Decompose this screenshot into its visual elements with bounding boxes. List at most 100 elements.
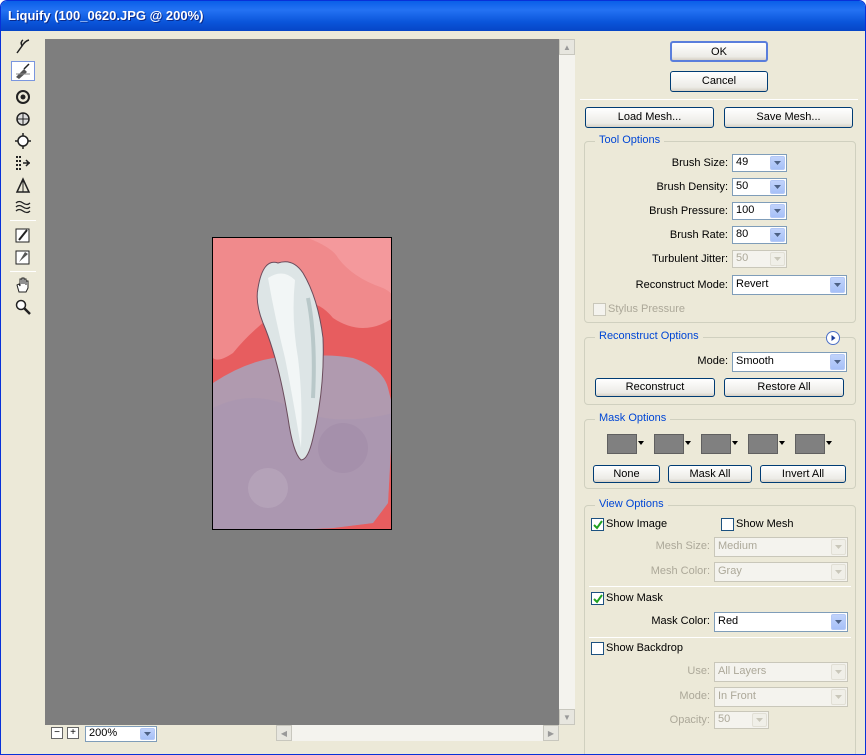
- toolbox: [6, 37, 40, 747]
- reconstruct-options-mode-select[interactable]: Smooth: [732, 352, 847, 372]
- freeze-mask-tool-icon[interactable]: [11, 225, 35, 245]
- add-to-mask-icon[interactable]: [654, 434, 694, 454]
- reconstruct-options-mode-value: Smooth: [736, 355, 774, 367]
- title-bar: Liquify (100_0620.JPG @ 200%): [1, 1, 865, 31]
- opacity-label: Opacity:: [669, 714, 710, 726]
- reconstruct-mode-label: Reconstruct Mode:: [635, 279, 728, 291]
- mask-color-value: Red: [718, 615, 739, 627]
- mesh-color-value: Gray: [718, 565, 742, 577]
- show-mesh-label: Show Mesh: [736, 518, 794, 530]
- opacity-field: 50: [714, 711, 769, 729]
- push-left-tool-icon[interactable]: [11, 153, 35, 173]
- chevron-down-icon: [831, 664, 846, 680]
- twirl-tool-icon[interactable]: [11, 87, 35, 107]
- mask-color-select[interactable]: Red: [714, 612, 848, 632]
- show-mask-checkbox[interactable]: [591, 592, 604, 605]
- zoom-in-button[interactable]: +: [67, 727, 79, 739]
- invert-all-button[interactable]: Invert All: [760, 465, 846, 483]
- forward-warp-tool-icon[interactable]: [11, 37, 35, 57]
- reconstruct-mode-select[interactable]: Revert: [732, 275, 847, 295]
- reconstruct-options-title: Reconstruct Options: [595, 330, 703, 342]
- chevron-down-icon[interactable]: [770, 228, 785, 242]
- scroll-down-icon[interactable]: ▼: [559, 709, 575, 725]
- reconstruct-mode-label-2: Mode:: [697, 355, 728, 367]
- stylus-pressure-checkbox: [593, 303, 606, 316]
- vertical-scrollbar[interactable]: ▲ ▼: [559, 39, 575, 725]
- brush-size-field[interactable]: 49: [732, 154, 787, 172]
- brush-pressure-field[interactable]: 100: [732, 202, 787, 220]
- mask-options-group: Mask Options None Mask All Invert All: [584, 412, 856, 489]
- brush-rate-value: 80: [736, 228, 749, 240]
- stylus-pressure-label: Stylus Pressure: [608, 303, 686, 315]
- play-icon[interactable]: [826, 331, 840, 345]
- use-label: Use:: [687, 665, 710, 677]
- mask-color-label: Mask Color:: [651, 615, 710, 627]
- chevron-down-icon: [831, 689, 846, 705]
- brush-rate-label: Brush Rate:: [669, 229, 728, 241]
- show-mesh-checkbox[interactable]: [721, 518, 734, 531]
- mesh-color-label: Mesh Color:: [650, 565, 710, 577]
- mask-options-title: Mask Options: [595, 412, 671, 424]
- load-mesh-button[interactable]: Load Mesh...: [585, 107, 714, 128]
- pucker-tool-icon[interactable]: [11, 109, 35, 129]
- backdrop-mode-label: Mode:: [679, 690, 710, 702]
- opacity-value: 50: [718, 713, 731, 725]
- scroll-right-icon[interactable]: ▶: [543, 725, 559, 741]
- restore-all-button[interactable]: Restore All: [724, 378, 844, 397]
- zoom-value: 200%: [89, 727, 118, 739]
- brush-density-label: Brush Density:: [656, 181, 728, 193]
- show-mask-label: Show Mask: [606, 592, 663, 604]
- hand-tool-icon[interactable]: [11, 275, 35, 295]
- use-value: All Layers: [718, 665, 767, 677]
- turbulent-jitter-field: 50: [732, 250, 787, 268]
- ok-button[interactable]: OK: [670, 41, 768, 62]
- horizontal-scrollbar[interactable]: ◀ ▶: [276, 725, 559, 741]
- backdrop-mode-select: In Front: [714, 687, 848, 707]
- reconstruct-mode-value: Revert: [736, 278, 769, 290]
- mirror-tool-icon[interactable]: [11, 175, 35, 195]
- replace-selection-mask-icon[interactable]: [607, 434, 647, 454]
- none-button[interactable]: None: [593, 465, 660, 483]
- invert-mask-icon[interactable]: [795, 434, 835, 454]
- reconstruct-button[interactable]: Reconstruct: [595, 378, 715, 397]
- chevron-down-icon[interactable]: [770, 180, 785, 194]
- preview-image: [212, 237, 392, 530]
- save-mesh-button[interactable]: Save Mesh...: [724, 107, 853, 128]
- chevron-down-icon: [831, 564, 846, 580]
- brush-density-field[interactable]: 50: [732, 178, 787, 196]
- chevron-down-icon: [752, 713, 767, 727]
- chevron-down-icon[interactable]: [830, 354, 845, 370]
- show-backdrop-checkbox[interactable]: [591, 642, 604, 655]
- intersect-with-mask-icon[interactable]: [748, 434, 788, 454]
- zoom-tool-icon[interactable]: [11, 297, 35, 317]
- brush-rate-field[interactable]: 80: [732, 226, 787, 244]
- show-backdrop-label: Show Backdrop: [606, 642, 684, 654]
- scroll-left-icon[interactable]: ◀: [276, 725, 292, 741]
- zoom-out-button[interactable]: −: [51, 727, 63, 739]
- thaw-mask-tool-icon[interactable]: [11, 247, 35, 267]
- brush-density-value: 50: [736, 180, 749, 192]
- chevron-down-icon[interactable]: [770, 156, 785, 170]
- reconstruct-tool-icon[interactable]: [11, 61, 35, 81]
- liquify-dialog: Liquify (100_0620.JPG @ 200%) ▲ ▼ − + 20…: [0, 0, 866, 755]
- show-image-label: Show Image: [606, 518, 668, 530]
- chevron-down-icon: [770, 252, 785, 266]
- options-panel: OK Cancel Load Mesh... Save Mesh... Tool…: [576, 35, 861, 754]
- chevron-down-icon[interactable]: [770, 204, 785, 218]
- zoom-select[interactable]: 200%: [85, 726, 157, 742]
- bloat-tool-icon[interactable]: [11, 131, 35, 151]
- chevron-down-icon: [831, 539, 846, 555]
- window-title: Liquify (100_0620.JPG @ 200%): [8, 8, 204, 23]
- subtract-from-mask-icon[interactable]: [701, 434, 741, 454]
- reconstruct-options-group: Reconstruct Options Mode: Smooth Reconst…: [584, 330, 856, 405]
- show-image-checkbox[interactable]: [591, 518, 604, 531]
- mask-all-button[interactable]: Mask All: [668, 465, 752, 483]
- brush-size-label: Brush Size:: [671, 157, 728, 169]
- mesh-color-select: Gray: [714, 562, 848, 582]
- cancel-button[interactable]: Cancel: [670, 71, 768, 92]
- chevron-down-icon[interactable]: [831, 614, 846, 630]
- scroll-up-icon[interactable]: ▲: [559, 39, 575, 55]
- chevron-down-icon[interactable]: [830, 277, 845, 293]
- turbulence-tool-icon[interactable]: [11, 197, 35, 217]
- tool-options-group: Tool Options Brush Size: 49 Brush Densit…: [584, 134, 856, 323]
